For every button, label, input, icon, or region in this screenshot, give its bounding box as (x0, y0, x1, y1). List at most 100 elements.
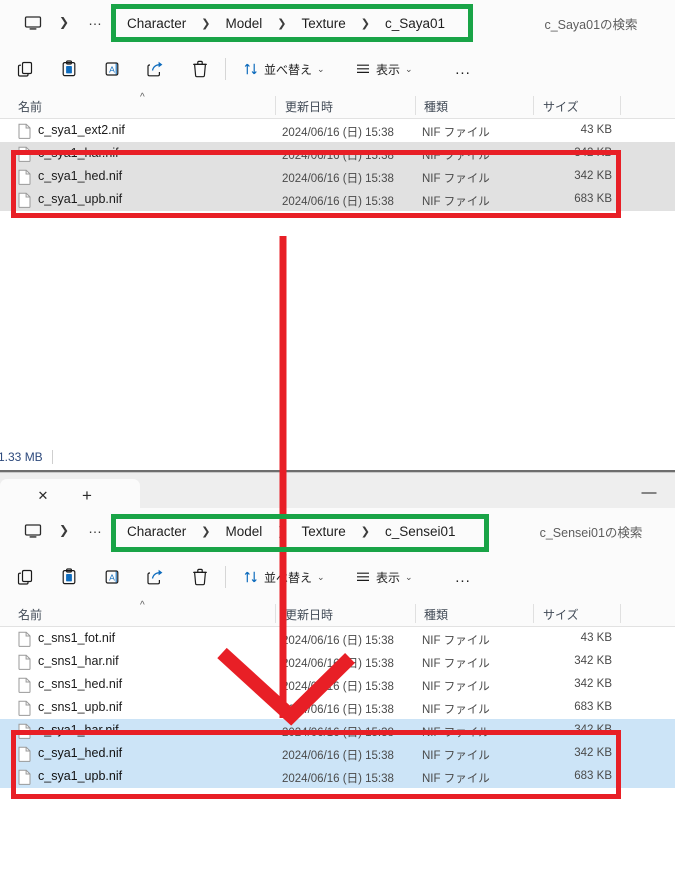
column-divider[interactable] (620, 96, 621, 115)
file-size: 683 KB (574, 701, 612, 713)
share-icon[interactable] (144, 57, 168, 81)
paste-icon[interactable] (57, 565, 81, 589)
this-pc-icon[interactable] (24, 522, 42, 540)
view-button[interactable]: 表示 ⌄ (355, 565, 413, 589)
column-headers-bottom: 名前 ^ 更新日時 種類 サイズ (0, 600, 675, 627)
column-headers-top: 名前 ^ 更新日時 種類 サイズ (0, 92, 675, 119)
this-pc-icon[interactable] (24, 14, 42, 32)
file-name: c_sns1_har.nif (38, 654, 119, 668)
chevron-down-icon: ⌄ (405, 63, 413, 74)
svg-text:A: A (109, 65, 115, 75)
column-header-name[interactable]: 名前 (18, 98, 42, 115)
column-header-name[interactable]: 名前 (18, 606, 42, 623)
toolbar-divider (225, 566, 226, 588)
sort-arrows-icon (244, 63, 257, 75)
file-icon (18, 677, 31, 693)
breadcrumb-overflow[interactable]: … (88, 12, 103, 28)
sort-arrows-icon (244, 571, 257, 583)
column-divider[interactable] (415, 96, 416, 115)
file-icon (18, 654, 31, 670)
rename-icon[interactable]: A (100, 565, 124, 589)
table-row[interactable]: c_sns1_hed.nif 2024/06/16 (日) 15:38 NIF ファ… (0, 673, 675, 696)
new-tab-button[interactable]: + (76, 484, 98, 506)
sort-label: 並べ替え (264, 62, 313, 77)
column-header-date[interactable]: 更新日時 (285, 98, 333, 115)
column-header-date[interactable]: 更新日時 (285, 606, 333, 623)
screenshot-root: ❯ … Character ❯ Model ❯ Texture ❯ c_Saya… (0, 0, 675, 890)
view-label: 表示 (376, 570, 401, 585)
view-button[interactable]: 表示 ⌄ (355, 57, 413, 81)
sort-ascending-indicator: ^ (140, 600, 145, 611)
file-date: 2024/06/16 (日) 15:38 (282, 704, 394, 716)
column-divider[interactable] (415, 604, 416, 623)
file-size: 342 KB (574, 655, 612, 667)
tab-strip-bottom: ✕ + — (0, 472, 675, 509)
command-bar-bottom: A 並べ替え ⌄ 表示 ⌄ ... (0, 554, 675, 600)
copy-icon[interactable] (14, 57, 38, 81)
minimize-button[interactable]: — (631, 481, 667, 503)
view-list-icon (357, 64, 369, 73)
column-header-type[interactable]: 種類 (424, 98, 448, 115)
toolbar-divider (225, 58, 226, 80)
file-name: c_sns1_hed.nif (38, 677, 123, 691)
view-label: 表示 (376, 62, 401, 77)
file-icon (18, 700, 31, 716)
column-divider[interactable] (620, 604, 621, 623)
annotation-green-box-breadcrumb-top (111, 4, 473, 42)
more-options-button[interactable]: ... (450, 565, 476, 589)
column-divider[interactable] (275, 604, 276, 623)
file-date: 2024/06/16 (日) 15:38 (282, 635, 394, 647)
column-header-size[interactable]: サイズ (543, 98, 579, 115)
tab-close-icon[interactable]: ✕ (33, 485, 53, 505)
delete-icon[interactable] (188, 57, 212, 81)
column-divider[interactable] (275, 96, 276, 115)
breadcrumb-chevron-root[interactable]: ❯ (59, 15, 69, 29)
delete-icon[interactable] (188, 565, 212, 589)
annotation-green-box-breadcrumb-bottom (111, 514, 489, 552)
file-date: 2024/06/16 (日) 15:38 (282, 658, 394, 670)
column-divider[interactable] (533, 604, 534, 623)
share-icon[interactable] (144, 565, 168, 589)
annotation-red-box-selection-bottom (11, 730, 621, 799)
file-name: c_sya1_ext2.nif (38, 123, 125, 137)
column-divider[interactable] (533, 96, 534, 115)
table-row[interactable]: c_sns1_fot.nif 2024/06/16 (日) 15:38 NIF ファ… (0, 627, 675, 650)
explorer-window-top: ❯ … Character ❯ Model ❯ Texture ❯ c_Saya… (0, 0, 675, 470)
table-row[interactable]: c_sns1_upb.nif 2024/06/16 (日) 15:38 NIF ファ… (0, 696, 675, 719)
status-size-text: 1.33 MB (0, 450, 43, 464)
column-header-size[interactable]: サイズ (543, 606, 579, 623)
sort-ascending-indicator: ^ (140, 92, 145, 103)
breadcrumb-chevron-root[interactable]: ❯ (59, 523, 69, 537)
file-name: c_sns1_upb.nif (38, 700, 123, 714)
table-row[interactable]: c_sya1_ext2.nif 2024/06/16 (日) 15:38 NIF フ… (0, 119, 675, 142)
rename-icon[interactable]: A (100, 57, 124, 81)
chevron-down-icon: ⌄ (317, 571, 325, 582)
sort-label: 並べ替え (264, 570, 313, 585)
file-date: 2024/06/16 (日) 15:38 (282, 127, 394, 139)
command-bar-top: A 並べ替え ⌄ 表示 ⌄ ... (0, 46, 675, 92)
file-size: 43 KB (580, 632, 612, 644)
sort-button[interactable]: 並べ替え ⌄ (243, 57, 325, 81)
file-size: 342 KB (574, 678, 612, 690)
svg-text:A: A (109, 573, 115, 583)
more-options-button[interactable]: ... (450, 57, 476, 81)
file-name: c_sns1_fot.nif (38, 631, 116, 645)
tab-active[interactable] (0, 479, 140, 509)
file-date: 2024/06/16 (日) 15:38 (282, 681, 394, 693)
chevron-down-icon: ⌄ (317, 63, 325, 74)
search-placeholder-bottom: c_Sensei01の検索 (539, 525, 643, 540)
search-input-bottom[interactable]: c_Sensei01の検索 (515, 516, 667, 546)
paste-icon[interactable] (57, 57, 81, 81)
search-input-top[interactable]: c_Saya01の検索 (515, 8, 667, 38)
chevron-down-icon: ⌄ (405, 571, 413, 582)
status-bar-top: 1.33 MB (0, 446, 675, 470)
file-icon (18, 631, 31, 647)
annotation-red-box-selection-top (11, 150, 621, 218)
view-list-icon (357, 572, 369, 581)
search-placeholder-top: c_Saya01の検索 (544, 17, 638, 32)
column-header-type[interactable]: 種類 (424, 606, 448, 623)
breadcrumb-overflow[interactable]: … (88, 520, 103, 536)
table-row[interactable]: c_sns1_har.nif 2024/06/16 (日) 15:38 NIF ファ… (0, 650, 675, 673)
copy-icon[interactable] (14, 565, 38, 589)
sort-button[interactable]: 並べ替え ⌄ (243, 565, 325, 589)
